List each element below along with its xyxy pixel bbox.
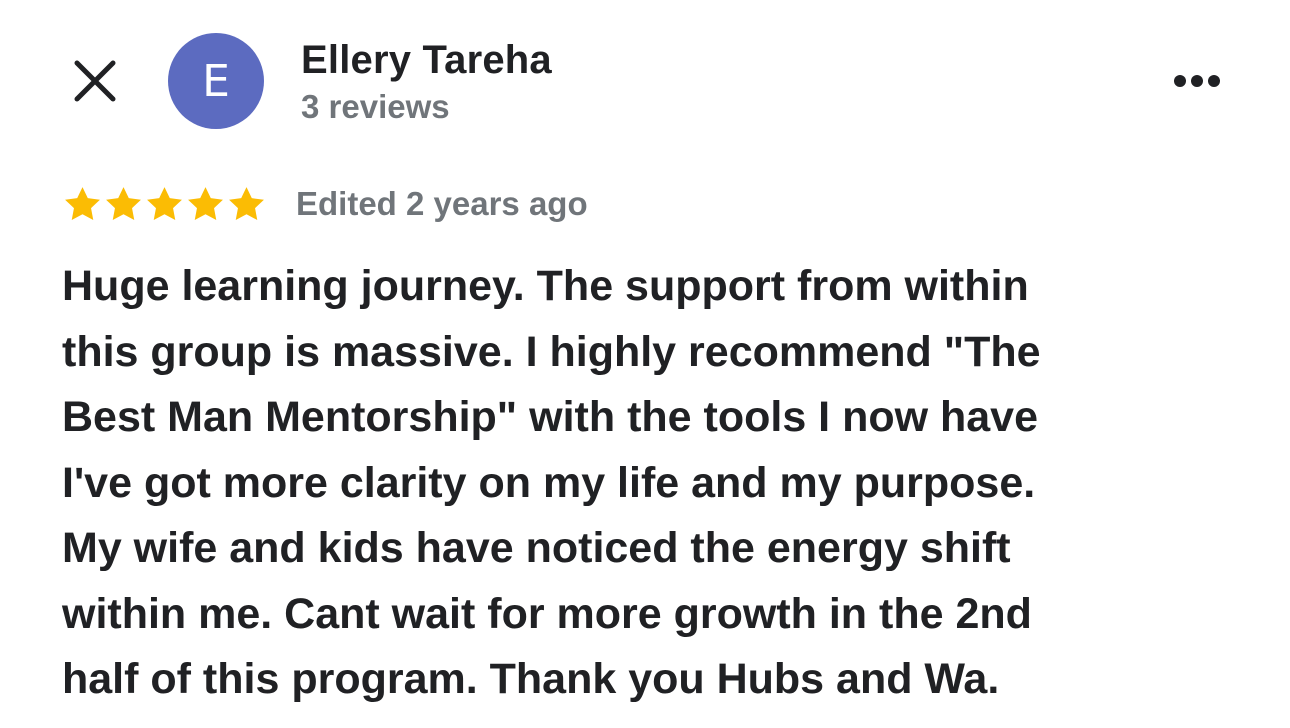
review-line: Best Man Mentorship" with the tools I no… xyxy=(62,393,1039,441)
more-horiz-icon xyxy=(1174,75,1220,87)
star-icon xyxy=(229,186,264,220)
review-line: this group is massive. I highly recommen… xyxy=(62,327,1041,376)
review-text: Huge learning journey. The support from … xyxy=(62,254,1242,713)
star-rating xyxy=(62,184,267,225)
close-button[interactable] xyxy=(66,52,124,110)
review-line: Huge learning journey. The support from … xyxy=(62,262,1029,310)
review-timestamp: Edited 2 years ago xyxy=(296,185,588,222)
close-icon xyxy=(74,60,116,102)
avatar-initial: E xyxy=(202,55,230,107)
rating-row: Edited 2 years ago xyxy=(62,180,588,228)
review-line: I've got more clarity on my life and my … xyxy=(62,458,1036,507)
more-options-button[interactable] xyxy=(1162,56,1232,106)
star-icon xyxy=(106,186,141,220)
review-line: half of this program. Thank you Hubs and… xyxy=(62,655,1000,703)
review-dialog: E Ellery Tareha 3 reviews Edited 2 years… xyxy=(0,0,1290,728)
star-icon xyxy=(147,186,182,220)
review-count: 3 reviews xyxy=(301,88,450,125)
reviewer-name[interactable]: Ellery Tareha xyxy=(301,38,552,83)
star-icon xyxy=(65,186,100,220)
star-icon xyxy=(188,186,223,220)
review-line: within me. Cant wait for more growth in … xyxy=(62,589,1032,638)
review-line: My wife and kids have noticed the energy… xyxy=(62,524,1011,572)
avatar[interactable]: E xyxy=(168,33,264,129)
